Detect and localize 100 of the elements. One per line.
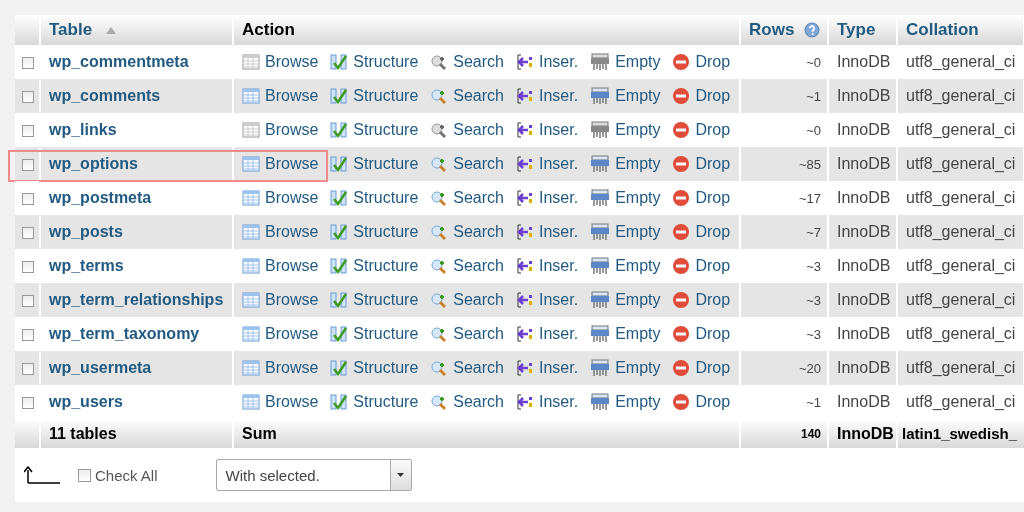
delete-icon (672, 393, 691, 411)
action-link[interactable]: Structure (330, 155, 419, 173)
checkbox[interactable] (22, 56, 34, 69)
table-name-link[interactable]: wp_posts (49, 223, 123, 240)
delete-icon (672, 87, 691, 105)
table-icon (242, 291, 260, 309)
action-link[interactable]: Inser. (516, 291, 579, 309)
checkbox[interactable] (22, 226, 34, 239)
action-link[interactable]: Structure (330, 223, 419, 241)
action-link[interactable]: Browse (242, 359, 319, 377)
action-link[interactable]: Browse (242, 189, 319, 207)
checkbox[interactable] (22, 90, 34, 103)
action-link[interactable]: Search (430, 121, 504, 139)
checkbox[interactable] (22, 260, 34, 273)
collation: latin1_swedish_ (902, 425, 1018, 442)
insert-icon (516, 121, 534, 139)
action-link[interactable]: Structure (330, 393, 419, 411)
action-link[interactable]: Drop (672, 257, 731, 275)
action-link[interactable]: Structure (330, 53, 419, 71)
action-link[interactable]: Browse (242, 121, 319, 139)
action-link[interactable]: Empty (590, 291, 661, 309)
table-name-link[interactable]: wp_links (49, 121, 117, 138)
action-link[interactable]: Inser. (516, 87, 579, 105)
action-link[interactable]: Browse (242, 53, 319, 71)
table-name-link[interactable]: wp_users (49, 393, 123, 410)
action-link[interactable]: Drop (672, 325, 731, 343)
action-link[interactable]: Structure (330, 257, 419, 275)
shredder-icon (590, 359, 611, 377)
collation: utf8_general_ci (906, 393, 1016, 410)
table-name-link[interactable]: wp_terms (49, 257, 124, 274)
action-link[interactable]: Search (430, 223, 504, 241)
checkbox[interactable] (22, 328, 34, 341)
action-link[interactable]: Search (430, 325, 504, 343)
insert-icon (516, 189, 534, 207)
help-icon[interactable] (804, 22, 821, 38)
action-link[interactable]: Browse (242, 223, 319, 241)
bulk-action-select[interactable]: With selected. (215, 459, 412, 491)
checkbox[interactable] (22, 192, 34, 205)
action-link[interactable]: Structure (330, 121, 419, 139)
action-link[interactable]: Drop (672, 155, 731, 173)
engine-type: InnoDB (837, 325, 891, 342)
action-link[interactable]: Empty (590, 189, 661, 207)
action-link[interactable]: Browse (242, 257, 319, 275)
action-link[interactable]: Empty (590, 393, 661, 411)
check-all-checkbox[interactable]: Check All (78, 466, 158, 484)
table-icon (242, 87, 260, 105)
action-link[interactable]: Inser. (516, 189, 579, 207)
action-link[interactable]: Inser. (516, 257, 579, 275)
action-link[interactable]: Empty (590, 155, 661, 173)
action-link[interactable]: Drop (672, 87, 731, 105)
action-link[interactable]: Browse (242, 325, 319, 343)
action-link[interactable]: Empty (590, 325, 661, 343)
action-link[interactable]: Drop (672, 53, 731, 71)
engine-type: InnoDB (837, 223, 891, 240)
action-link[interactable]: Search (430, 393, 504, 411)
action-link[interactable]: Structure (330, 325, 419, 343)
action-link[interactable]: Inser. (516, 53, 579, 71)
checkbox[interactable] (22, 158, 34, 171)
action-link[interactable]: Search (430, 53, 504, 71)
checkbox[interactable] (22, 294, 34, 307)
action-link[interactable]: Search (430, 291, 504, 309)
action-link[interactable]: Search (430, 87, 504, 105)
column-header[interactable]: Table (49, 20, 93, 40)
action-link[interactable]: Drop (672, 291, 731, 309)
action-link[interactable]: Browse (242, 291, 319, 309)
action-link[interactable]: Browse (242, 393, 319, 411)
action-link[interactable]: Empty (590, 53, 661, 71)
action-link[interactable]: Empty (590, 359, 661, 377)
action-link[interactable]: Inser. (516, 121, 579, 139)
action-link[interactable]: Drop (672, 121, 731, 139)
action-link[interactable]: Inser. (516, 393, 579, 411)
action-link[interactable]: Inser. (516, 155, 579, 173)
action-link[interactable]: Inser. (516, 223, 579, 241)
checkbox[interactable] (22, 396, 34, 409)
action-link[interactable]: Empty (590, 87, 661, 105)
action-link[interactable]: Structure (330, 87, 419, 105)
action-link[interactable]: Inser. (516, 325, 579, 343)
action-link[interactable]: Empty (590, 257, 661, 275)
engine-type: InnoDB (837, 155, 891, 172)
action-link[interactable]: Browse (242, 87, 319, 105)
action-link[interactable]: Drop (672, 359, 731, 377)
magnifier-icon (430, 189, 449, 207)
action-link[interactable]: Structure (330, 291, 419, 309)
action-link[interactable]: Search (430, 189, 504, 207)
action-link[interactable]: Empty (590, 223, 661, 241)
action-link[interactable]: Search (430, 359, 504, 377)
action-link[interactable]: Drop (672, 223, 731, 241)
action-link[interactable]: Empty (590, 121, 661, 139)
action-link[interactable]: Search (430, 155, 504, 173)
checkbox[interactable] (22, 124, 34, 137)
action-link[interactable]: Drop (672, 393, 731, 411)
action-link[interactable]: Structure (330, 359, 419, 377)
action-link[interactable]: Inser. (516, 359, 579, 377)
action-link[interactable]: Drop (672, 189, 731, 207)
action-link[interactable]: Browse (242, 155, 319, 173)
table-icon (242, 359, 260, 377)
checkbox[interactable] (22, 362, 34, 375)
action-link[interactable]: Search (430, 257, 504, 275)
action-link[interactable]: Structure (330, 189, 419, 207)
insert-icon (516, 393, 534, 411)
